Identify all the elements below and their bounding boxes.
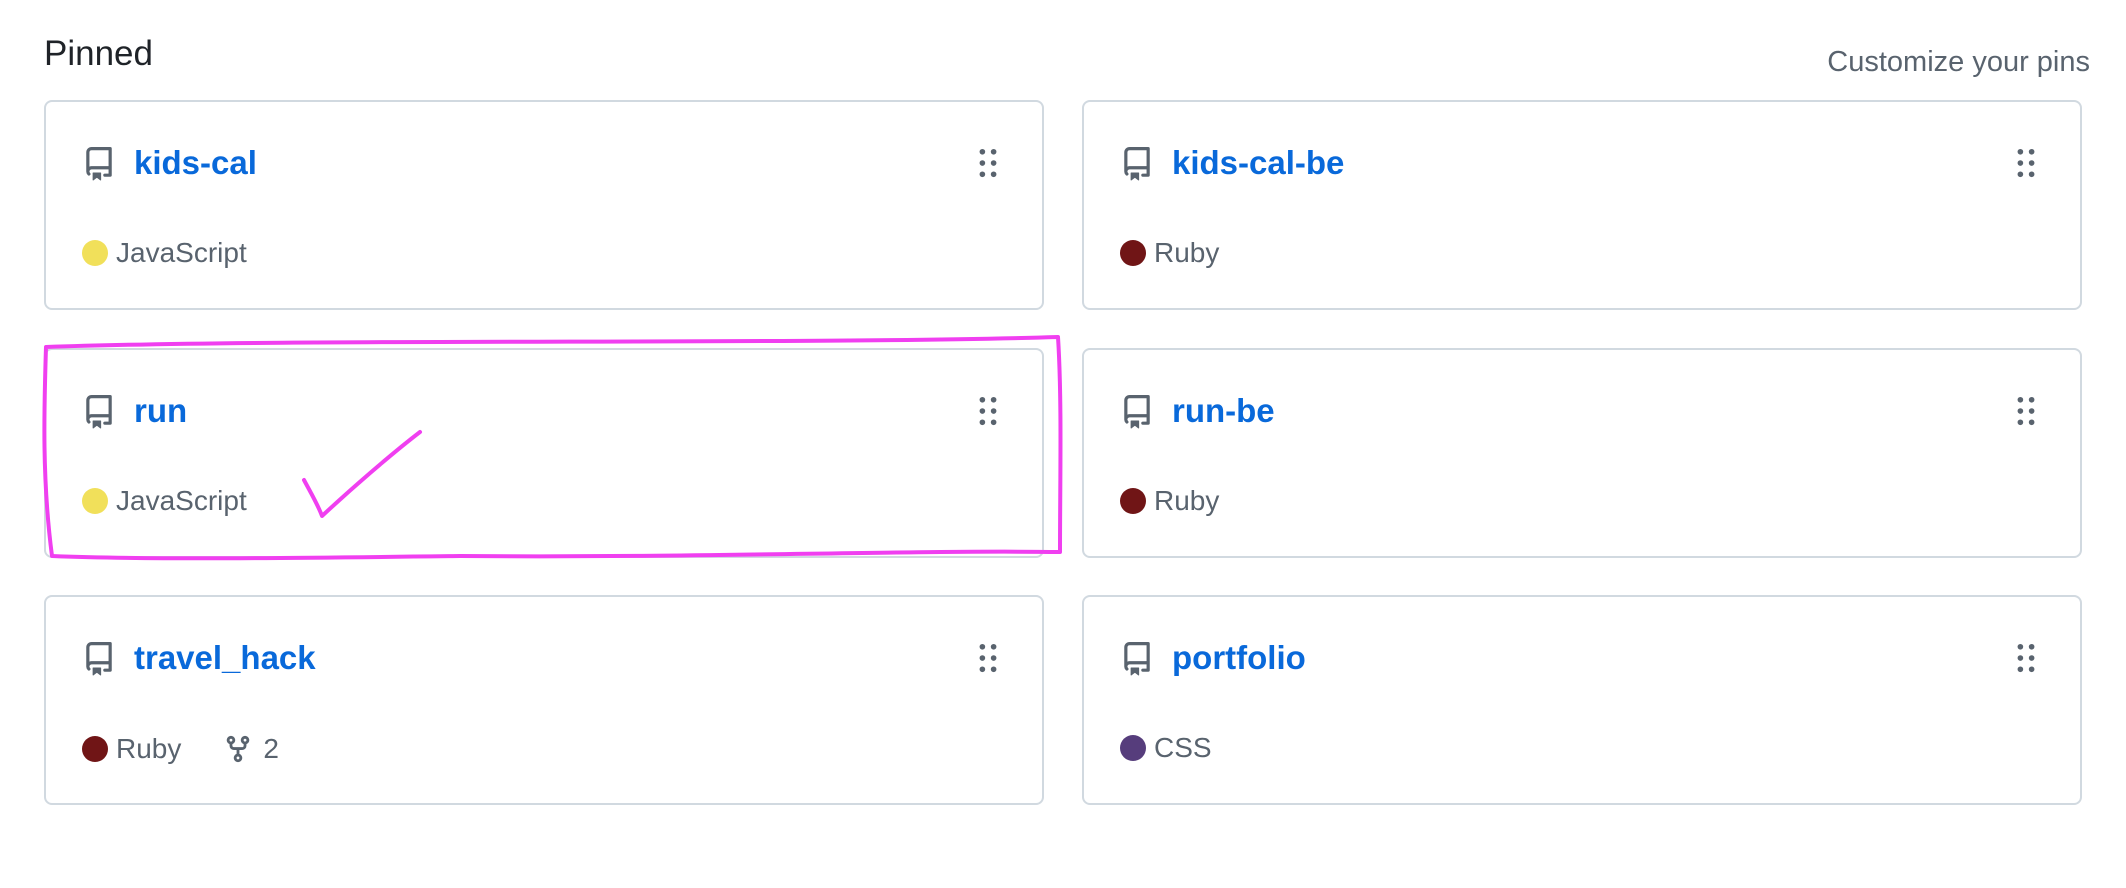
language-name: CSS <box>1154 732 1212 763</box>
language-color-dot <box>82 488 108 514</box>
drag-handle-icon[interactable] <box>2016 643 2036 673</box>
language-info: JavaScript <box>82 237 247 269</box>
pinned-repo-card: travel_hack Ruby 2 <box>44 595 1044 805</box>
drag-handle-icon[interactable] <box>2016 396 2036 426</box>
drag-handle-icon[interactable] <box>978 643 998 673</box>
fork-icon <box>227 735 250 763</box>
language-info: Ruby <box>1120 237 1219 269</box>
language-info: Ruby 2 <box>82 732 279 766</box>
language-name: JavaScript <box>116 485 247 516</box>
language-color-dot <box>1120 735 1146 761</box>
pinned-repo-card: run JavaScript <box>44 348 1044 558</box>
repo-name-link[interactable]: kids-cal <box>134 144 257 182</box>
repo-name-link[interactable]: run <box>134 392 187 430</box>
repo-name-link[interactable]: travel_hack <box>134 639 316 677</box>
language-color-dot <box>1120 488 1146 514</box>
repo-name-link[interactable]: kids-cal-be <box>1172 144 1344 182</box>
language-name: Ruby <box>116 733 182 764</box>
drag-handle-icon[interactable] <box>978 148 998 178</box>
drag-handle-icon[interactable] <box>978 396 998 426</box>
fork-count: 2 <box>263 733 279 764</box>
language-color-dot <box>82 240 108 266</box>
customize-pins-link[interactable]: Customize your pins <box>1827 46 2090 79</box>
pinned-repo-card: run-be Ruby <box>1082 348 2082 558</box>
drag-handle-icon[interactable] <box>2016 148 2036 178</box>
forks-link[interactable]: 2 <box>223 732 279 766</box>
language-name: JavaScript <box>116 237 247 268</box>
pinned-repo-card: portfolio CSS <box>1082 595 2082 805</box>
language-info: CSS <box>1120 732 1212 764</box>
language-name: Ruby <box>1154 237 1220 268</box>
repo-icon <box>1124 395 1150 429</box>
language-color-dot <box>1120 240 1146 266</box>
repo-icon <box>86 642 112 676</box>
pinned-repo-card: kids-cal-be Ruby <box>1082 100 2082 310</box>
repo-name-link[interactable]: portfolio <box>1172 639 1306 677</box>
pinned-repo-card: kids-cal JavaScript <box>44 100 1044 310</box>
repo-icon <box>1124 642 1150 676</box>
language-info: JavaScript <box>82 485 247 517</box>
repo-icon <box>86 395 112 429</box>
language-info: Ruby <box>1120 485 1219 517</box>
repo-icon <box>86 147 112 181</box>
pinned-title: Pinned <box>44 34 153 73</box>
repo-icon <box>1124 147 1150 181</box>
language-name: Ruby <box>1154 485 1220 516</box>
repo-name-link[interactable]: run-be <box>1172 392 1275 430</box>
language-color-dot <box>82 736 108 762</box>
